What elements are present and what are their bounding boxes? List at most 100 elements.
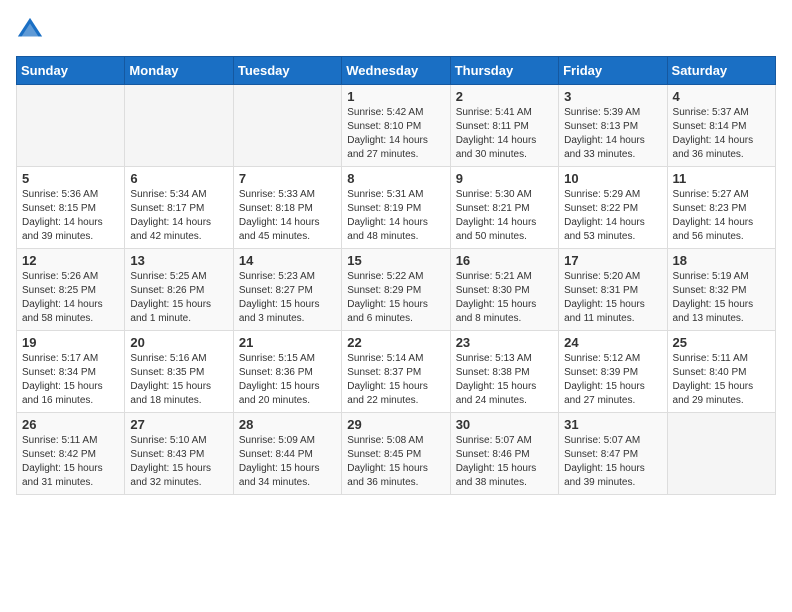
day-number: 28 xyxy=(239,417,336,432)
day-number: 27 xyxy=(130,417,227,432)
calendar-day-cell: 11Sunrise: 5:27 AM Sunset: 8:23 PM Dayli… xyxy=(667,167,775,249)
calendar-day-cell: 27Sunrise: 5:10 AM Sunset: 8:43 PM Dayli… xyxy=(125,413,233,495)
day-info: Sunrise: 5:41 AM Sunset: 8:11 PM Dayligh… xyxy=(456,106,553,162)
day-info: Sunrise: 5:21 AM Sunset: 8:30 PM Dayligh… xyxy=(456,270,553,326)
calendar-day-cell: 31 Sunrise: 5:07 AM Sunset: 8:47 PM Dayli… xyxy=(559,413,667,495)
day-info: Sunrise: 5:22 AM Sunset: 8:29 PM Dayligh… xyxy=(347,270,444,326)
day-info: Sunrise: 5:33 AM Sunset: 8:18 PM Dayligh… xyxy=(239,188,336,244)
calendar-day-cell: 1 Sunrise: 5:42 AM Sunset: 8:10 PM Daylig… xyxy=(342,85,450,167)
logo xyxy=(16,16,48,44)
calendar-day-cell: 12 Sunrise: 5:26 AM Sunset: 8:25 PM Dayli… xyxy=(17,249,125,331)
day-number: 25 xyxy=(673,335,770,350)
calendar-day-cell: 26 Sunrise: 5:11 AM Sunset: 8:42 PM Dayli… xyxy=(17,413,125,495)
day-info: Sunrise: 5:37 AM Sunset: 8:14 PM Dayligh… xyxy=(673,106,770,162)
day-number: 17 xyxy=(564,253,661,268)
day-info: Sunrise: 5:30 AM Sunset: 8:21 PM Dayligh… xyxy=(456,188,553,244)
day-number: 3 xyxy=(564,89,661,104)
calendar-day-cell: 20 Sunrise: 5:16 AM Sunset: 8:35 PM Dayli… xyxy=(125,331,233,413)
calendar-day-cell: 3Sunrise: 5:39 AM Sunset: 8:13 PM Daylig… xyxy=(559,85,667,167)
day-info: Sunrise: 5:07 AM Sunset: 8:46 PM Dayligh… xyxy=(456,434,553,490)
calendar-day-cell: 15 Sunrise: 5:22 AM Sunset: 8:29 PM Dayli… xyxy=(342,249,450,331)
day-of-week-header: Monday xyxy=(125,57,233,85)
calendar-day-cell: 2 Sunrise: 5:41 AM Sunset: 8:11 PM Daylig… xyxy=(450,85,558,167)
day-info: Sunrise: 5:31 AM Sunset: 8:19 PM Dayligh… xyxy=(347,188,444,244)
calendar-day-cell: 21 Sunrise: 5:15 AM Sunset: 8:36 PM Dayli… xyxy=(233,331,341,413)
day-info: Sunrise: 5:25 AM Sunset: 8:26 PM Dayligh… xyxy=(130,270,227,326)
day-number: 30 xyxy=(456,417,553,432)
day-info: Sunrise: 5:23 AM Sunset: 8:27 PM Dayligh… xyxy=(239,270,336,326)
day-number: 1 xyxy=(347,89,444,104)
day-info: Sunrise: 5:17 AM Sunset: 8:34 PM Dayligh… xyxy=(22,352,119,408)
calendar-day-cell xyxy=(233,85,341,167)
calendar-table: SundayMondayTuesdayWednesdayThursdayFrid… xyxy=(16,56,776,495)
day-info: Sunrise: 5:08 AM Sunset: 8:45 PM Dayligh… xyxy=(347,434,444,490)
calendar-week-row: 26 Sunrise: 5:11 AM Sunset: 8:42 PM Dayli… xyxy=(17,413,776,495)
calendar-day-cell: 7 Sunrise: 5:33 AM Sunset: 8:18 PM Daylig… xyxy=(233,167,341,249)
calendar-day-cell: 19 Sunrise: 5:17 AM Sunset: 8:34 PM Dayli… xyxy=(17,331,125,413)
day-info: Sunrise: 5:07 AM Sunset: 8:47 PM Dayligh… xyxy=(564,434,661,490)
day-number: 29 xyxy=(347,417,444,432)
day-number: 26 xyxy=(22,417,119,432)
calendar-day-cell: 17 Sunrise: 5:20 AM Sunset: 8:31 PM Dayli… xyxy=(559,249,667,331)
day-info: Sunrise: 5:12 AM Sunset: 8:39 PM Dayligh… xyxy=(564,352,661,408)
calendar-day-cell: 14 Sunrise: 5:23 AM Sunset: 8:27 PM Dayli… xyxy=(233,249,341,331)
day-info: Sunrise: 5:34 AM Sunset: 8:17 PM Dayligh… xyxy=(130,188,227,244)
day-of-week-header: Wednesday xyxy=(342,57,450,85)
calendar-day-cell: 28Sunrise: 5:09 AM Sunset: 8:44 PM Dayli… xyxy=(233,413,341,495)
calendar-week-row: 1 Sunrise: 5:42 AM Sunset: 8:10 PM Daylig… xyxy=(17,85,776,167)
day-of-week-header: Saturday xyxy=(667,57,775,85)
day-info: Sunrise: 5:15 AM Sunset: 8:36 PM Dayligh… xyxy=(239,352,336,408)
day-info: Sunrise: 5:29 AM Sunset: 8:22 PM Dayligh… xyxy=(564,188,661,244)
day-number: 23 xyxy=(456,335,553,350)
day-number: 19 xyxy=(22,335,119,350)
calendar-day-cell: 16 Sunrise: 5:21 AM Sunset: 8:30 PM Dayli… xyxy=(450,249,558,331)
calendar-day-cell: 10Sunrise: 5:29 AM Sunset: 8:22 PM Dayli… xyxy=(559,167,667,249)
day-number: 12 xyxy=(22,253,119,268)
day-number: 15 xyxy=(347,253,444,268)
calendar-day-cell: 8 Sunrise: 5:31 AM Sunset: 8:19 PM Daylig… xyxy=(342,167,450,249)
day-number: 5 xyxy=(22,171,119,186)
day-number: 13 xyxy=(130,253,227,268)
day-number: 24 xyxy=(564,335,661,350)
calendar-day-cell: 23Sunrise: 5:13 AM Sunset: 8:38 PM Dayli… xyxy=(450,331,558,413)
page-header xyxy=(16,16,776,44)
day-number: 2 xyxy=(456,89,553,104)
day-number: 7 xyxy=(239,171,336,186)
day-info: Sunrise: 5:20 AM Sunset: 8:31 PM Dayligh… xyxy=(564,270,661,326)
calendar-header-row: SundayMondayTuesdayWednesdayThursdayFrid… xyxy=(17,57,776,85)
day-number: 6 xyxy=(130,171,227,186)
calendar-day-cell: 25 Sunrise: 5:11 AM Sunset: 8:40 PM Dayli… xyxy=(667,331,775,413)
day-number: 21 xyxy=(239,335,336,350)
calendar-day-cell: 5Sunrise: 5:36 AM Sunset: 8:15 PM Daylig… xyxy=(17,167,125,249)
calendar-day-cell: 9Sunrise: 5:30 AM Sunset: 8:21 PM Daylig… xyxy=(450,167,558,249)
calendar-day-cell: 6 Sunrise: 5:34 AM Sunset: 8:17 PM Daylig… xyxy=(125,167,233,249)
day-info: Sunrise: 5:27 AM Sunset: 8:23 PM Dayligh… xyxy=(673,188,770,244)
calendar-week-row: 5Sunrise: 5:36 AM Sunset: 8:15 PM Daylig… xyxy=(17,167,776,249)
day-info: Sunrise: 5:11 AM Sunset: 8:42 PM Dayligh… xyxy=(22,434,119,490)
day-number: 16 xyxy=(456,253,553,268)
calendar-week-row: 19 Sunrise: 5:17 AM Sunset: 8:34 PM Dayli… xyxy=(17,331,776,413)
day-number: 14 xyxy=(239,253,336,268)
day-info: Sunrise: 5:19 AM Sunset: 8:32 PM Dayligh… xyxy=(673,270,770,326)
day-number: 4 xyxy=(673,89,770,104)
day-info: Sunrise: 5:14 AM Sunset: 8:37 PM Dayligh… xyxy=(347,352,444,408)
calendar-week-row: 12 Sunrise: 5:26 AM Sunset: 8:25 PM Dayli… xyxy=(17,249,776,331)
day-of-week-header: Thursday xyxy=(450,57,558,85)
calendar-day-cell: 18 Sunrise: 5:19 AM Sunset: 8:32 PM Dayli… xyxy=(667,249,775,331)
day-of-week-header: Tuesday xyxy=(233,57,341,85)
calendar-day-cell: 30 Sunrise: 5:07 AM Sunset: 8:46 PM Dayli… xyxy=(450,413,558,495)
day-of-week-header: Friday xyxy=(559,57,667,85)
day-number: 20 xyxy=(130,335,227,350)
calendar-day-cell: 22Sunrise: 5:14 AM Sunset: 8:37 PM Dayli… xyxy=(342,331,450,413)
calendar-day-cell xyxy=(17,85,125,167)
day-info: Sunrise: 5:16 AM Sunset: 8:35 PM Dayligh… xyxy=(130,352,227,408)
day-info: Sunrise: 5:26 AM Sunset: 8:25 PM Dayligh… xyxy=(22,270,119,326)
calendar-day-cell xyxy=(125,85,233,167)
day-number: 8 xyxy=(347,171,444,186)
day-info: Sunrise: 5:42 AM Sunset: 8:10 PM Dayligh… xyxy=(347,106,444,162)
calendar-day-cell: 29 Sunrise: 5:08 AM Sunset: 8:45 PM Dayli… xyxy=(342,413,450,495)
day-info: Sunrise: 5:11 AM Sunset: 8:40 PM Dayligh… xyxy=(673,352,770,408)
calendar-day-cell: 13 Sunrise: 5:25 AM Sunset: 8:26 PM Dayli… xyxy=(125,249,233,331)
day-number: 18 xyxy=(673,253,770,268)
day-number: 31 xyxy=(564,417,661,432)
